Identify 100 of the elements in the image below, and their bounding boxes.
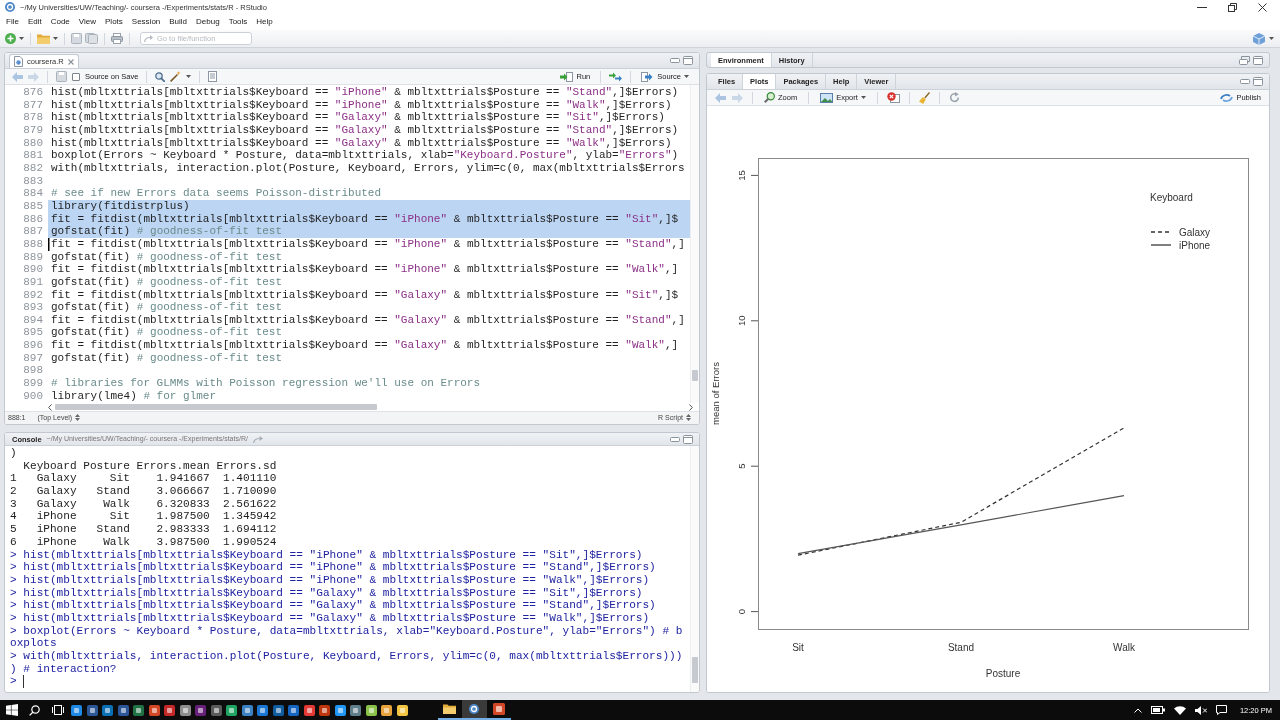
delete-icon[interactable] bbox=[886, 92, 900, 103]
minimize-pane-icon[interactable] bbox=[670, 436, 680, 442]
code-line: fit = fitdist(mbltxttrials[mbltxttrials$Keyboard == "Galaxy" & mbltxttrials$Posture == "Stand",] bbox=[50, 313, 685, 327]
restore-icon[interactable] bbox=[1228, 2, 1237, 12]
app-icon[interactable] bbox=[303, 704, 315, 716]
app-icon[interactable] bbox=[117, 704, 129, 716]
app-icon[interactable] bbox=[241, 704, 253, 716]
app-icon[interactable] bbox=[272, 704, 284, 716]
wifi-icon[interactable] bbox=[1173, 705, 1186, 715]
menu-item[interactable]: Debug bbox=[196, 17, 220, 27]
wand-icon[interactable] bbox=[170, 71, 182, 82]
notification-icon[interactable] bbox=[1215, 705, 1227, 715]
line-number: 883 bbox=[23, 174, 43, 188]
app-icon[interactable] bbox=[102, 704, 114, 716]
console-line: ) bbox=[10, 447, 17, 460]
page-icon[interactable] bbox=[208, 71, 218, 82]
minimize-pane-icon[interactable] bbox=[670, 58, 680, 63]
checkbox[interactable] bbox=[72, 72, 80, 81]
line-number: 889 bbox=[23, 250, 43, 264]
code-line: gofstat(fit) # goodness-of-fit test bbox=[50, 351, 283, 365]
menu-item[interactable]: Edit bbox=[27, 17, 42, 27]
menu-item[interactable]: Session bbox=[131, 17, 161, 27]
line-number: 894 bbox=[23, 313, 43, 327]
arrow-icon bbox=[144, 35, 153, 42]
app-icon[interactable] bbox=[381, 704, 393, 716]
menu-item[interactable]: Plots bbox=[105, 17, 123, 27]
app-icon[interactable] bbox=[319, 704, 331, 716]
caret-icon[interactable] bbox=[186, 75, 192, 78]
image-icon bbox=[820, 92, 834, 103]
minimize-icon[interactable] bbox=[1197, 6, 1207, 8]
search-icon[interactable] bbox=[29, 704, 40, 716]
menu-item[interactable]: File bbox=[6, 17, 19, 27]
app-icon[interactable] bbox=[288, 704, 300, 716]
chevron-up-icon[interactable] bbox=[1133, 707, 1142, 713]
maximize-pane-icon[interactable] bbox=[1253, 55, 1263, 65]
y-tick-label: 10 bbox=[736, 315, 747, 327]
app-icon[interactable] bbox=[148, 704, 160, 716]
maximize-pane-icon[interactable] bbox=[683, 56, 693, 65]
caret-icon[interactable] bbox=[53, 37, 58, 40]
app-icon[interactable] bbox=[164, 704, 176, 716]
app-icon[interactable] bbox=[226, 704, 238, 716]
caret-icon[interactable] bbox=[1269, 37, 1274, 40]
console-line: Keyboard Posture Errors.mean Errors.sd bbox=[22, 459, 277, 473]
line-number: 880 bbox=[23, 136, 43, 150]
menu-item[interactable]: Code bbox=[50, 17, 70, 27]
app-icon[interactable] bbox=[86, 704, 98, 716]
x-tick-label: Stand bbox=[947, 642, 975, 653]
console-line: > hist(mbltxttrials[mbltxttrials$Keyboard == "iPhone" & mbltxttrials$Posture == "Walk",]$Errors) bbox=[10, 573, 650, 587]
publish-icon bbox=[1220, 92, 1234, 103]
plus-icon[interactable] bbox=[5, 33, 16, 44]
line-number: 888 bbox=[23, 237, 43, 251]
line-number: 892 bbox=[23, 288, 43, 302]
console-prompt[interactable]: > bbox=[10, 675, 24, 689]
task-view-icon[interactable] bbox=[51, 705, 64, 715]
code-line: boxplot(Errors ~ Keyboard * Posture, data=mbltxttrials, xlab="Keyboard.Posture", ylab="Errors") bbox=[50, 149, 679, 162]
app-icon[interactable] bbox=[365, 704, 377, 716]
line-number: 881 bbox=[23, 149, 43, 162]
close-icon[interactable] bbox=[1258, 2, 1267, 12]
code-line: hist(mbltxttrials[mbltxttrials$Keyboard == "Galaxy" & mbltxttrials$Posture == "Stand",]$Errors) bbox=[50, 123, 679, 137]
menu-item[interactable]: Help bbox=[256, 17, 273, 27]
scrollbar-thumb[interactable] bbox=[55, 404, 377, 410]
app-icon[interactable] bbox=[396, 704, 408, 716]
chevron-right-icon[interactable] bbox=[689, 403, 693, 411]
caret-icon[interactable] bbox=[19, 37, 24, 40]
caret-icon bbox=[860, 96, 866, 99]
magnifier-icon bbox=[764, 92, 775, 103]
app-icon[interactable] bbox=[179, 704, 191, 716]
menu-item[interactable]: View bbox=[78, 17, 96, 27]
minimize-pane-icon[interactable] bbox=[1240, 79, 1250, 84]
app-icon[interactable] bbox=[133, 704, 145, 716]
app-icon[interactable] bbox=[71, 704, 83, 716]
scrollbar-thumb[interactable] bbox=[692, 657, 698, 683]
rerun-icon[interactable] bbox=[609, 71, 623, 82]
battery-icon[interactable] bbox=[1150, 706, 1165, 714]
app-icon[interactable] bbox=[334, 704, 346, 716]
scrollbar-thumb[interactable] bbox=[692, 370, 698, 381]
taskbar-button[interactable] bbox=[462, 700, 487, 720]
console-line: > hist(mbltxttrials[mbltxttrials$Keyboard == "Galaxy" & mbltxttrials$Posture == "Walk",]$Errors) bbox=[10, 611, 650, 625]
taskbar-button[interactable] bbox=[486, 700, 511, 720]
windows-logo-icon[interactable] bbox=[5, 704, 18, 716]
menu-item[interactable]: Build bbox=[169, 17, 188, 27]
maximize-pane-icon[interactable] bbox=[683, 434, 693, 444]
circle-logo-icon bbox=[469, 704, 480, 714]
console-line: 6 iPhone Walk 3.987500 1.990524 bbox=[10, 535, 277, 549]
chevron-left-icon[interactable] bbox=[48, 403, 52, 411]
muted-speaker-icon[interactable] bbox=[1194, 705, 1207, 715]
app-icon[interactable] bbox=[210, 704, 222, 716]
menu-item[interactable]: Tools bbox=[228, 17, 248, 27]
app-icon[interactable] bbox=[257, 704, 269, 716]
broom-icon[interactable] bbox=[918, 91, 930, 104]
code-line: # libraries for GLMMs with Poisson regression we'll use on Errors bbox=[50, 377, 481, 390]
printer-icon[interactable] bbox=[111, 33, 123, 44]
x-tick-label: Sit bbox=[792, 642, 804, 653]
maximize-pane-icon[interactable] bbox=[1253, 77, 1263, 86]
app-icon[interactable] bbox=[350, 704, 362, 716]
restore-pane-icon[interactable] bbox=[1239, 55, 1250, 65]
console-line: 4 iPhone Sit 1.987500 1.345942 bbox=[10, 510, 277, 524]
console-line: 1 Galaxy Sit 1.941667 1.401110 bbox=[10, 472, 277, 486]
console-line: oxplots bbox=[10, 637, 57, 650]
app-icon[interactable] bbox=[195, 704, 207, 716]
